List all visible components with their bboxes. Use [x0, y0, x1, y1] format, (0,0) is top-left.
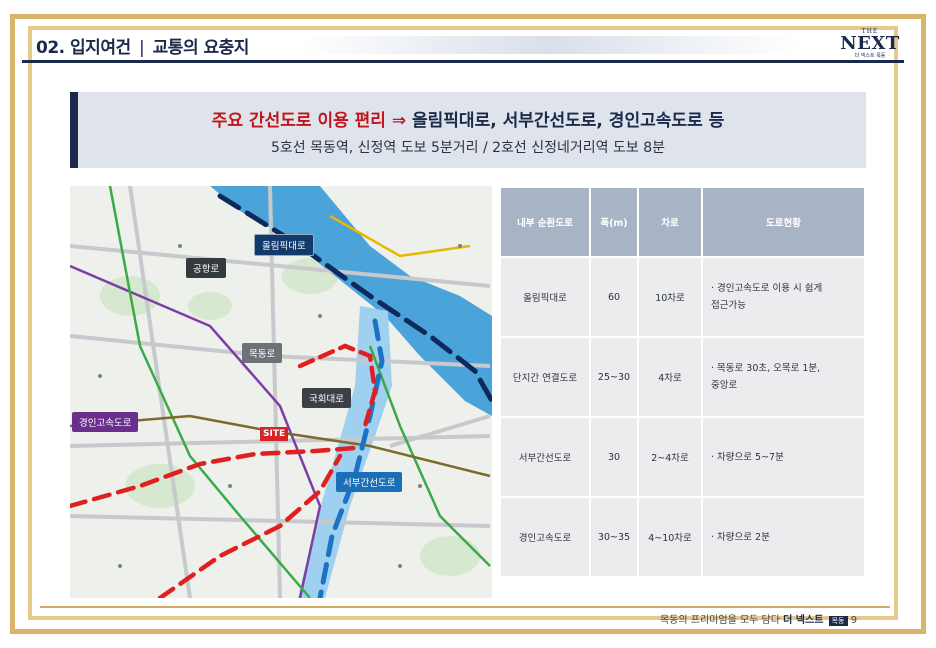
table-header-row: 내부 순환도로 폭(m) 차로 도로현황	[499, 186, 866, 258]
brand-logo: THE NEXT 더 넥스트 목동	[836, 28, 904, 64]
subsection-title: 교통의 요충지	[152, 38, 250, 58]
cell-width: 30~35	[589, 496, 639, 578]
condition-line: · 차량으로 2분	[711, 531, 770, 543]
condition-line: · 목동로 30초, 오목로 1분,	[711, 363, 821, 374]
title-separator: |	[139, 38, 145, 58]
footer-brand-tag: 목동	[828, 616, 848, 626]
map-label-mokdong: 목동로	[242, 343, 283, 363]
page-number: 9	[850, 615, 858, 626]
banner-headline-navy: 올림픽대로, 서부간선도로, 경인고속도로 등	[412, 111, 725, 131]
banner-subline: 5호선 목동역, 신정역 도보 5분거리 / 2호선 신정네거리역 도보 8분	[271, 140, 665, 156]
cell-lanes: 4~10차로	[637, 496, 703, 578]
header-condition: 도로현황	[701, 186, 866, 258]
header-width: 폭(m)	[589, 186, 639, 258]
cell-width: 25~30	[589, 336, 639, 418]
cell-lanes: 4차로	[637, 336, 703, 418]
table-row: 단지간 연결도로 25~30 4차로 · 목동로 30초, 오목로 1분, 중앙…	[499, 336, 866, 418]
condition-line: · 차량으로 5~7분	[711, 451, 784, 463]
decorative-bottom-line	[40, 606, 890, 608]
cell-road: 올림픽대로	[499, 256, 591, 338]
header-road: 내부 순환도로	[499, 186, 591, 258]
table-row: 올림픽대로 60 10차로 · 경인고속도로 이용 시 쉽게 접근가능	[499, 256, 866, 338]
cell-width: 60	[589, 256, 639, 338]
logo-main-text: NEXT	[840, 33, 900, 54]
road-table: 내부 순환도로 폭(m) 차로 도로현황 올림픽대로 60 10차로 · 경인고…	[499, 186, 866, 578]
location-map: 올림픽대로 공항로 목동로 국회대로 경인고속도로 서부간선도로 SITE	[70, 186, 492, 598]
cell-condition: · 차량으로 5~7분	[701, 416, 866, 498]
cell-condition: · 경인고속도로 이용 시 쉽게 접근가능	[701, 256, 866, 338]
map-label-gukhoe: 국회대로	[302, 388, 351, 408]
banner-headline: 주요 간선도로 이용 편리 ⇒ 올림픽대로, 서부간선도로, 경인고속도로 등	[70, 106, 866, 131]
map-label-gyeongin: 경인고속도로	[72, 412, 139, 432]
page-title: 02. 입지여건 | 교통의 요충지	[36, 33, 249, 58]
table-row: 서부간선도로 30 2~4차로 · 차량으로 5~7분	[499, 416, 866, 498]
cell-road: 경인고속도로	[499, 496, 591, 578]
map-label-airport: 공항로	[186, 258, 227, 278]
cell-condition: · 목동로 30초, 오목로 1분, 중앙로	[701, 336, 866, 418]
page-footer: 목동의 프리미엄을 모두 담다 더 넥스트 목동 9	[660, 611, 857, 626]
highlight-banner: 주요 간선도로 이용 편리 ⇒ 올림픽대로, 서부간선도로, 경인고속도로 등 …	[70, 92, 866, 168]
section-title: 02. 입지여건	[36, 38, 131, 58]
condition-line: 접근가능	[711, 300, 746, 311]
condition-line: · 경인고속도로 이용 시 쉽게	[711, 283, 823, 294]
condition-line: 중앙로	[711, 380, 738, 391]
footer-slogan: 목동의 프리미엄을 모두 담다	[660, 615, 780, 626]
header-underline	[22, 60, 904, 63]
cell-lanes: 10차로	[637, 256, 703, 338]
cell-width: 30	[589, 416, 639, 498]
footer-brand: 더 넥스트	[783, 615, 824, 626]
cell-lanes: 2~4차로	[637, 416, 703, 498]
cell-condition: · 차량으로 2분	[701, 496, 866, 578]
site-marker: SITE	[260, 427, 289, 441]
table-row: 경인고속도로 30~35 4~10차로 · 차량으로 2분	[499, 496, 866, 578]
header-lanes: 차로	[637, 186, 703, 258]
banner-headline-red: 주요 간선도로 이용 편리 ⇒	[211, 111, 407, 131]
cell-road: 서부간선도로	[499, 416, 591, 498]
cell-road: 단지간 연결도로	[499, 336, 591, 418]
map-label-olympic: 올림픽대로	[254, 234, 314, 256]
page-header: 02. 입지여건 | 교통의 요충지	[22, 30, 904, 60]
map-label-seobu: 서부간선도로	[336, 472, 403, 492]
